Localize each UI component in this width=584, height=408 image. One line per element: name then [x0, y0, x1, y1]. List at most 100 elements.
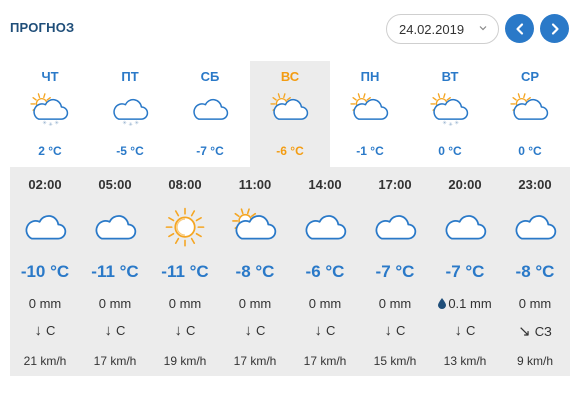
wind-direction: С	[466, 323, 476, 338]
prev-button[interactable]	[505, 14, 534, 43]
day-temp: -6 °C	[276, 144, 304, 158]
hour-column: 14:00 -6 °C 0 mm ↓ С 17 km/h	[290, 167, 360, 376]
wind-speed: 19 km/h	[163, 354, 207, 368]
wind-direction: С	[256, 323, 266, 338]
hour-wind: ↓ С	[290, 322, 360, 339]
chevron-right-icon	[551, 22, 559, 35]
hour-column: 20:00 -7 °C 0.1 mm ↓ С 13 km/h	[430, 167, 500, 376]
chevron-left-icon	[515, 22, 523, 35]
partly-cloudy-icon	[508, 88, 552, 132]
day-temp: -1 °C	[356, 144, 384, 158]
wind-direction: С	[46, 323, 56, 338]
wind-speed: 17 km/h	[93, 354, 137, 368]
hour-column: 02:00 -10 °C 0 mm ↓ С 21 km/h	[10, 167, 80, 376]
day-column[interactable]: ПН -1 °C	[330, 61, 410, 167]
hourly-forecast: 02:00 -10 °C 0 mm ↓ С 21 km/h 05:00 -11 °…	[10, 167, 570, 376]
daily-forecast: ЧТ ✳ ✳ ✳ 2 °C ПТ ✳ ✳ ✳ -5 °C СБ -7 °C ВС -6 …	[10, 61, 570, 167]
cloud-svg	[95, 215, 137, 240]
hour-precip: 0 mm	[220, 296, 290, 311]
hour-column: 05:00 -11 °C 0 mm ↓ С 17 km/h	[80, 167, 150, 376]
wind-speed: 9 km/h	[516, 354, 553, 368]
hour-column: 17:00 -7 °C 0 mm ↓ С 15 km/h	[360, 167, 430, 376]
svg-text:✳: ✳	[449, 122, 454, 128]
hour-temp: -6 °C	[305, 262, 345, 281]
cloud-icon	[438, 205, 492, 251]
hour-precip: 0 mm	[360, 296, 430, 311]
cloud-svg	[25, 215, 67, 240]
hour-temp: -7 °C	[445, 262, 485, 281]
hour-wind: ↓ С	[150, 322, 220, 339]
svg-text:✳: ✳	[42, 120, 47, 126]
hour-wind: ↓ С	[10, 322, 80, 339]
hour-temp: -10 °C	[20, 262, 70, 281]
day-name: ВС	[280, 69, 300, 84]
partly-cloudy-svg	[350, 93, 389, 120]
hour-column: 08:00 -11 °C 0 mm ↓ С 19 km/h	[150, 167, 220, 376]
day-column[interactable]: ЧТ ✳ ✳ ✳ 2 °C	[10, 61, 90, 167]
wind-arrow-icon: ↓	[314, 322, 323, 339]
wind-direction: С	[326, 323, 336, 338]
wind-arrow-icon: ↓	[104, 322, 113, 339]
day-column[interactable]: ПТ ✳ ✳ ✳ -5 °C	[90, 61, 170, 167]
partly-cloudy-icon	[228, 205, 282, 251]
chevron-down-icon	[479, 26, 487, 31]
wind-arrow-icon: ↓	[454, 322, 463, 339]
day-name: ПН	[360, 69, 380, 84]
precip-value: 0 mm	[378, 296, 412, 311]
hour-column: 11:00 -8 °C 0 mm ↓ С 17 km/h	[220, 167, 290, 376]
partly-cloudy-svg	[232, 208, 277, 240]
precip-value: 0 mm	[238, 296, 272, 311]
hour-time: 17:00	[378, 177, 412, 192]
hour-time: 08:00	[168, 177, 202, 192]
day-temp: 2 °C	[38, 144, 62, 158]
hour-precip: 0 mm	[150, 296, 220, 311]
wind-arrow-icon: ↓	[384, 322, 393, 339]
wind-direction: СЗ	[534, 324, 552, 339]
wind-direction: С	[116, 323, 126, 338]
date-select[interactable]: 24.02.2019	[386, 14, 499, 44]
partly-cloudy-snow-svg: ✳ ✳ ✳	[430, 93, 469, 128]
svg-text:✳: ✳	[49, 122, 54, 128]
sun-icon	[158, 205, 212, 251]
svg-text:✳: ✳	[442, 120, 447, 126]
cloud-icon	[368, 205, 422, 251]
wind-arrow-icon: ↓	[34, 322, 43, 339]
day-column[interactable]: СР 0 °C	[490, 61, 570, 167]
cloud-svg	[375, 215, 417, 240]
forecast-title: ПРОГНОЗ	[10, 20, 75, 35]
day-name: ЧТ	[41, 69, 59, 84]
partly-cloudy-icon	[348, 88, 392, 132]
hour-time: 11:00	[238, 177, 272, 192]
sun-svg	[165, 207, 205, 247]
hour-column: 23:00 -8 °C 0 mm ↘ СЗ 9 km/h	[500, 167, 570, 376]
wind-speed: 17 km/h	[303, 354, 347, 368]
partly-cloudy-svg	[270, 93, 309, 120]
hour-wind: ↘ СЗ	[500, 322, 570, 340]
svg-text:✳: ✳	[129, 122, 134, 128]
hour-wind: ↓ С	[430, 322, 500, 339]
cloud-icon	[18, 205, 72, 251]
cloud-svg	[305, 215, 347, 240]
hour-temp: -8 °C	[515, 262, 555, 281]
next-button[interactable]	[540, 14, 569, 43]
day-column[interactable]: ВТ ✳ ✳ ✳ 0 °C	[410, 61, 490, 167]
cloud-svg	[193, 98, 229, 120]
svg-text:✳: ✳	[55, 120, 60, 126]
wind-speed: 21 km/h	[23, 354, 67, 368]
hour-time: 14:00	[308, 177, 342, 192]
wind-speed: 13 km/h	[443, 354, 487, 368]
day-temp: 0 °C	[438, 144, 462, 158]
svg-text:✳: ✳	[122, 120, 127, 126]
precip-value: 0 mm	[168, 296, 202, 311]
wind-arrow-icon: ↓	[174, 322, 183, 339]
partly-cloudy-snow-icon: ✳ ✳ ✳	[428, 88, 472, 132]
cloudy-snow-svg: ✳ ✳ ✳	[113, 98, 149, 128]
day-column-selected[interactable]: ВС -6 °C	[250, 61, 330, 167]
hour-temp: -11 °C	[91, 262, 139, 281]
hour-time: 23:00	[518, 177, 552, 192]
day-column[interactable]: СБ -7 °C	[170, 61, 250, 167]
hour-precip: 0 mm	[80, 296, 150, 311]
cloud-svg	[515, 215, 557, 240]
hour-temp: -8 °C	[235, 262, 275, 281]
hour-precip: 0.1 mm	[430, 296, 500, 311]
